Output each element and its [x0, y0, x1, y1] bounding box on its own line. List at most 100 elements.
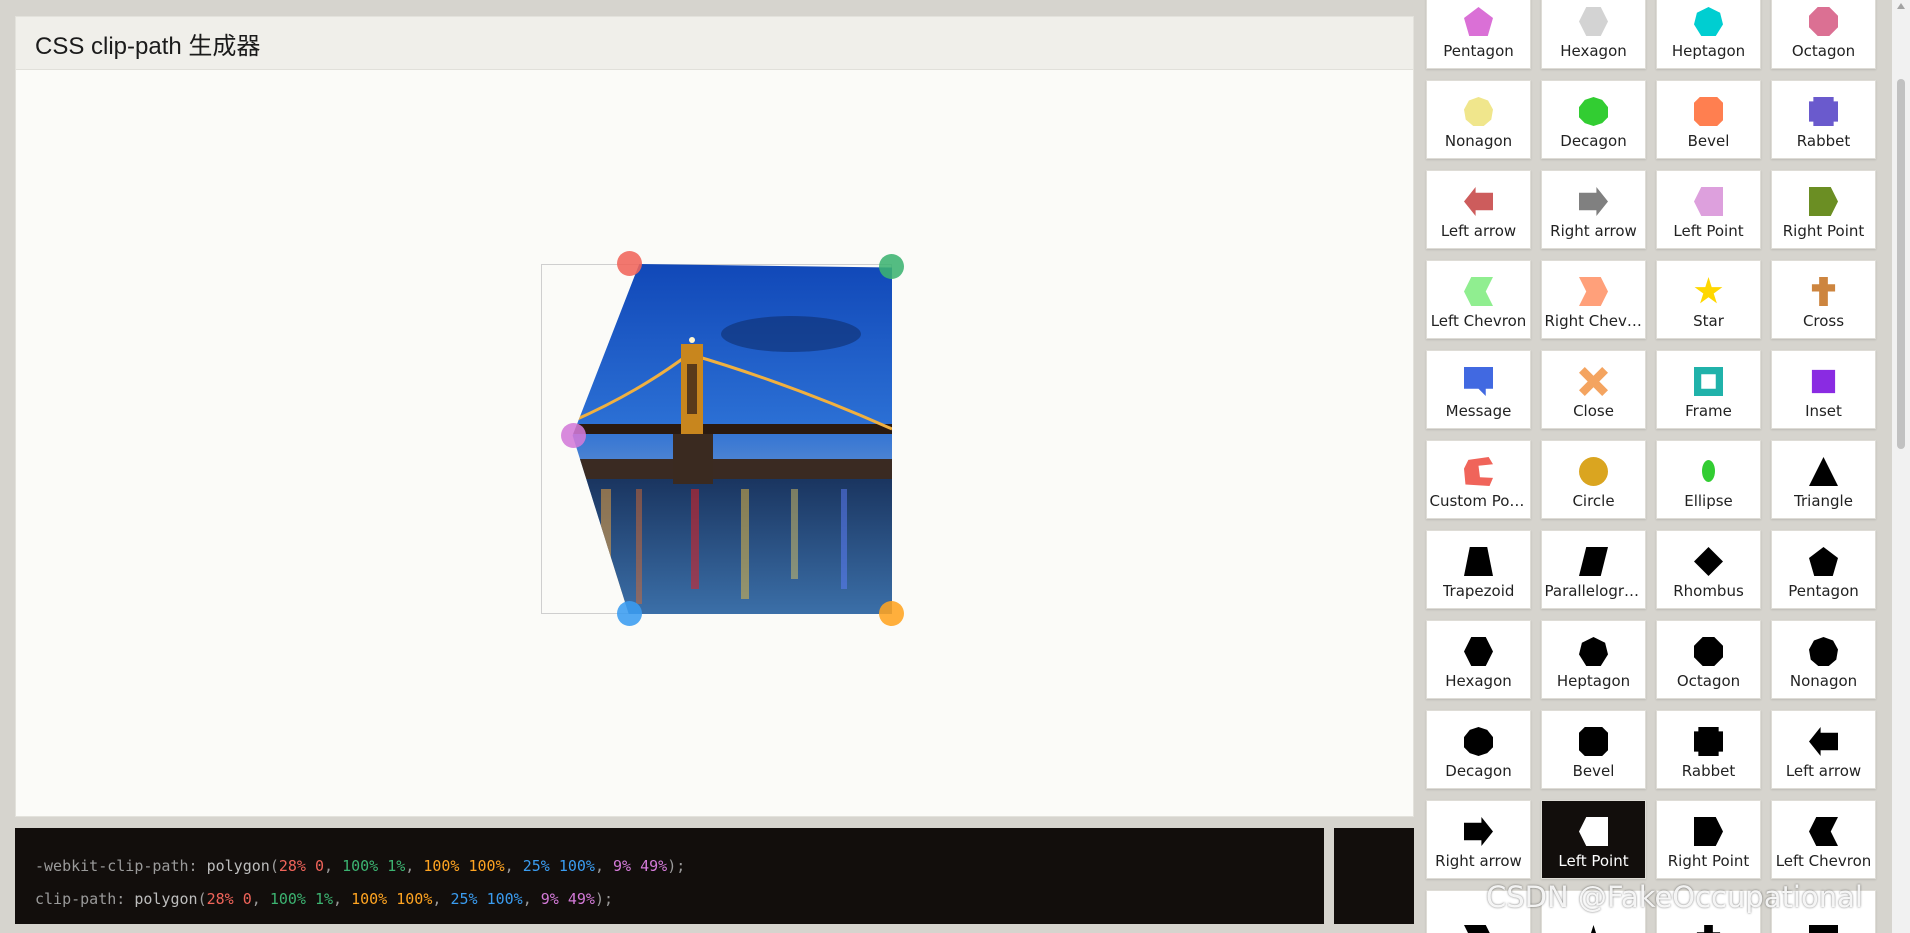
handle-point-3[interactable]	[879, 601, 904, 626]
point-y-value: 0	[314, 857, 324, 875]
handle-point-4[interactable]	[617, 601, 642, 626]
shape-label: Heptagon	[1671, 42, 1746, 60]
shape-label: Nonagon	[1444, 132, 1513, 150]
shape-label: Left arrow	[1785, 762, 1862, 780]
shape-tile[interactable]: Cross	[1771, 260, 1876, 339]
function-name: polygon	[134, 890, 198, 908]
shape-label: Bevel	[1687, 132, 1730, 150]
shape-tile[interactable]: Octagon	[1771, 0, 1876, 69]
shape-tile[interactable]: Trapezoid	[1426, 530, 1531, 609]
shape-grid: Pentagon Hexagon Heptagon Octagon Nonagon Dec…	[1426, 0, 1876, 933]
shape-label: Hexagon	[1560, 42, 1627, 60]
shape-tile[interactable]: Circle	[1541, 440, 1646, 519]
point-separator: ,	[594, 857, 613, 875]
shape-tile[interactable]: Right Point	[1656, 800, 1761, 879]
shape-label: Frame	[1685, 402, 1732, 420]
point-x-value: 25%	[450, 890, 478, 908]
point-y-value: 0	[242, 890, 252, 908]
right-chevron-icon	[1464, 925, 1493, 933]
clip-path-line: clip-path: polygon(28% 0, 100% 1%, 100% …	[35, 883, 1304, 916]
shape-tile[interactable]: Message	[1426, 350, 1531, 429]
shape-tile[interactable]: Left Point	[1656, 170, 1761, 249]
shape-tile[interactable]: Left Chevron	[1426, 260, 1531, 339]
shape-label: Pentagon	[1788, 582, 1859, 600]
shape-tile[interactable]: Decagon	[1541, 80, 1646, 159]
hexagon-icon	[1579, 7, 1608, 36]
scrollbar[interactable]	[1892, 0, 1910, 933]
point-separator: ,	[324, 857, 343, 875]
shape-tile[interactable]: Rabbet	[1771, 80, 1876, 159]
point-x-value: 100%	[342, 857, 379, 875]
cross-icon	[1811, 277, 1836, 306]
shape-label: Right arrow	[1435, 852, 1522, 870]
shape-tile[interactable]: Left Point	[1541, 800, 1646, 879]
shape-tile[interactable]: Heptagon	[1656, 0, 1761, 69]
shape-tile[interactable]: Close	[1541, 350, 1646, 429]
shape-tile[interactable]: Nonagon	[1771, 620, 1876, 699]
inset-icon	[1811, 369, 1836, 394]
handle-point-1[interactable]	[617, 251, 642, 276]
shape-label: Right Point	[1667, 852, 1750, 870]
open-paren: (	[197, 890, 207, 908]
shape-tile[interactable]: Inset	[1771, 350, 1876, 429]
shape-tile[interactable]: Nonagon	[1426, 80, 1531, 159]
shape-label: Left Chevron	[1430, 312, 1527, 330]
shape-label: Star	[1693, 312, 1724, 330]
shape-label: Triangle	[1794, 492, 1853, 510]
nonagon-icon	[1464, 97, 1493, 126]
rabbet-icon	[1809, 97, 1838, 126]
shape-label: Octagon	[1676, 672, 1741, 690]
shape-label: Nonagon	[1789, 672, 1858, 690]
shape-tile[interactable]: Bevel	[1656, 80, 1761, 159]
shape-tile[interactable]: Bevel	[1541, 710, 1646, 789]
shape-tile[interactable]: Left Chevron	[1771, 800, 1876, 879]
shape-tile[interactable]: Hexagon	[1541, 0, 1646, 69]
star-icon	[1579, 925, 1608, 933]
scroll-thumb[interactable]	[1897, 79, 1905, 449]
shape-tile[interactable]: Right Point	[1771, 170, 1876, 249]
shape-tile[interactable]: Left arrow	[1771, 710, 1876, 789]
shape-tile[interactable]: Pentagon	[1771, 530, 1876, 609]
point-y-value: 100%	[486, 890, 523, 908]
shape-tile[interactable]: Star	[1656, 260, 1761, 339]
left-arrow-icon	[1464, 187, 1493, 216]
handle-point-5[interactable]	[561, 423, 586, 448]
point-y-value: 49%	[640, 857, 668, 875]
shape-label: Ellipse	[1684, 492, 1733, 510]
shape-tile[interactable]: Decagon	[1426, 710, 1531, 789]
shape-tile[interactable]: Right arrow	[1426, 800, 1531, 879]
shape-tile[interactable]: Triangle	[1771, 440, 1876, 519]
point-separator: ,	[432, 890, 451, 908]
shape-tile[interactable]: Rhombus	[1656, 530, 1761, 609]
point-x-value: 9%	[613, 857, 632, 875]
shape-tile[interactable]: Right Chevron	[1541, 260, 1646, 339]
shape-tile[interactable]: Left arrow	[1426, 170, 1531, 249]
handle-point-2[interactable]	[879, 254, 904, 279]
shape-tile[interactable]: Right arrow	[1541, 170, 1646, 249]
shape-tile[interactable]: Heptagon	[1541, 620, 1646, 699]
point-x-value: 25%	[522, 857, 550, 875]
scroll-up-arrow-icon[interactable]	[1897, 3, 1905, 9]
shape-tile[interactable]: Frame	[1656, 350, 1761, 429]
left-chevron-icon	[1464, 277, 1493, 306]
point-x-value: 100%	[351, 890, 388, 908]
shape-label: Cross	[1802, 312, 1845, 330]
shape-label: Parallelogram	[1544, 582, 1643, 600]
css-output[interactable]: -webkit-clip-path: polygon(28% 0, 100% 1…	[15, 828, 1324, 924]
page-title: CSS clip-path 生成器	[35, 32, 261, 60]
shape-label: Hexagon	[1445, 672, 1512, 690]
shape-tile[interactable]: Pentagon	[1426, 0, 1531, 69]
right-arrow-icon	[1579, 187, 1608, 216]
code-side-panel	[1334, 828, 1414, 924]
shape-tile[interactable]: Ellipse	[1656, 440, 1761, 519]
point-x-value: 28%	[278, 857, 306, 875]
shape-tile[interactable]: Hexagon	[1426, 620, 1531, 699]
octagon-icon	[1809, 7, 1838, 36]
shape-tile[interactable]: Octagon	[1656, 620, 1761, 699]
shape-tile[interactable]: Rabbet	[1656, 710, 1761, 789]
point-x-value: 100%	[269, 890, 306, 908]
shape-label: Trapezoid	[1442, 582, 1515, 600]
shape-tile[interactable]: Custom Polygon	[1426, 440, 1531, 519]
circle-icon	[1579, 457, 1608, 486]
shape-tile[interactable]: Parallelogram	[1541, 530, 1646, 609]
